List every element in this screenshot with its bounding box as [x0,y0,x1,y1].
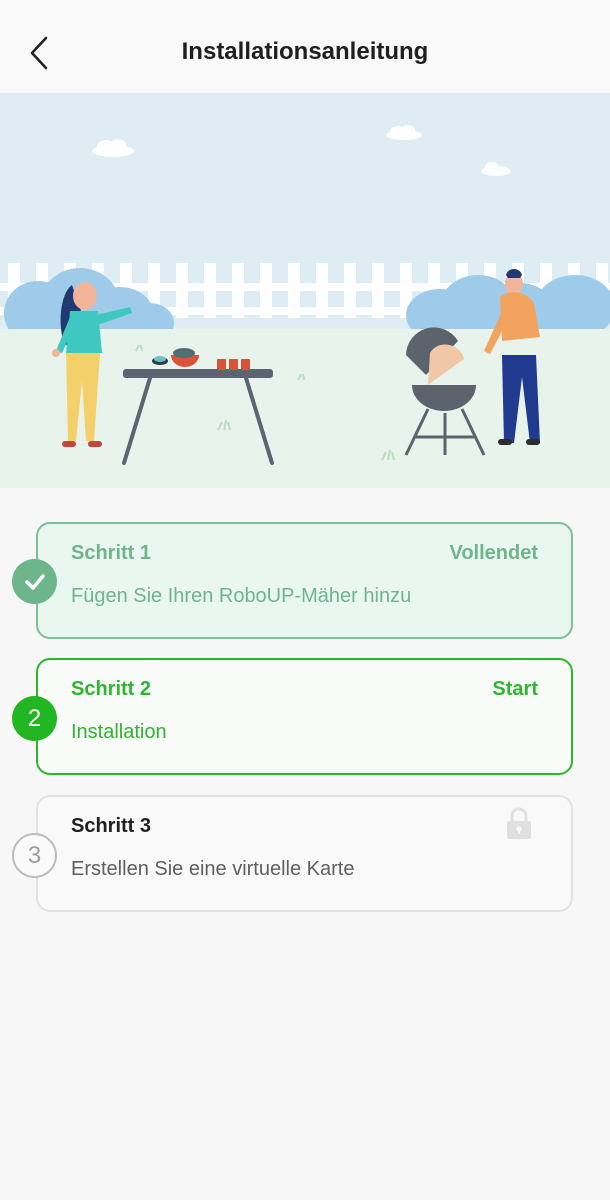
step-1-card[interactable]: Schritt 1 Vollendet Fügen Sie Ihren Robo… [36,522,573,639]
lock-icon [507,807,531,839]
step-description: Fügen Sie Ihren RoboUP-Mäher hinzu [71,585,412,607]
step-2-badge: 2 [12,696,57,741]
page-title: Installationsanleitung [181,38,429,65]
top-bar: Installationsanleitung [0,0,610,93]
step-title: Schritt 2 [71,678,152,700]
checkmark-icon [24,573,45,590]
step-description: Installation [71,721,167,743]
step-status[interactable]: Start [492,678,538,701]
step-2-card[interactable]: Schritt 2 Start Installation [36,658,573,775]
step-1-badge [12,559,57,604]
step-3-badge: 3 [12,833,57,878]
step-description: Erstellen Sie eine virtuelle Karte [71,858,355,880]
step-3-card: Schritt 3 Erstellen Sie eine virtuelle K… [36,795,573,912]
step-title: Schritt 3 [71,815,152,837]
barbecue-garden-illustration [0,93,610,488]
step-title: Schritt 1 [71,542,152,564]
step-status: Vollendet [449,542,538,564]
